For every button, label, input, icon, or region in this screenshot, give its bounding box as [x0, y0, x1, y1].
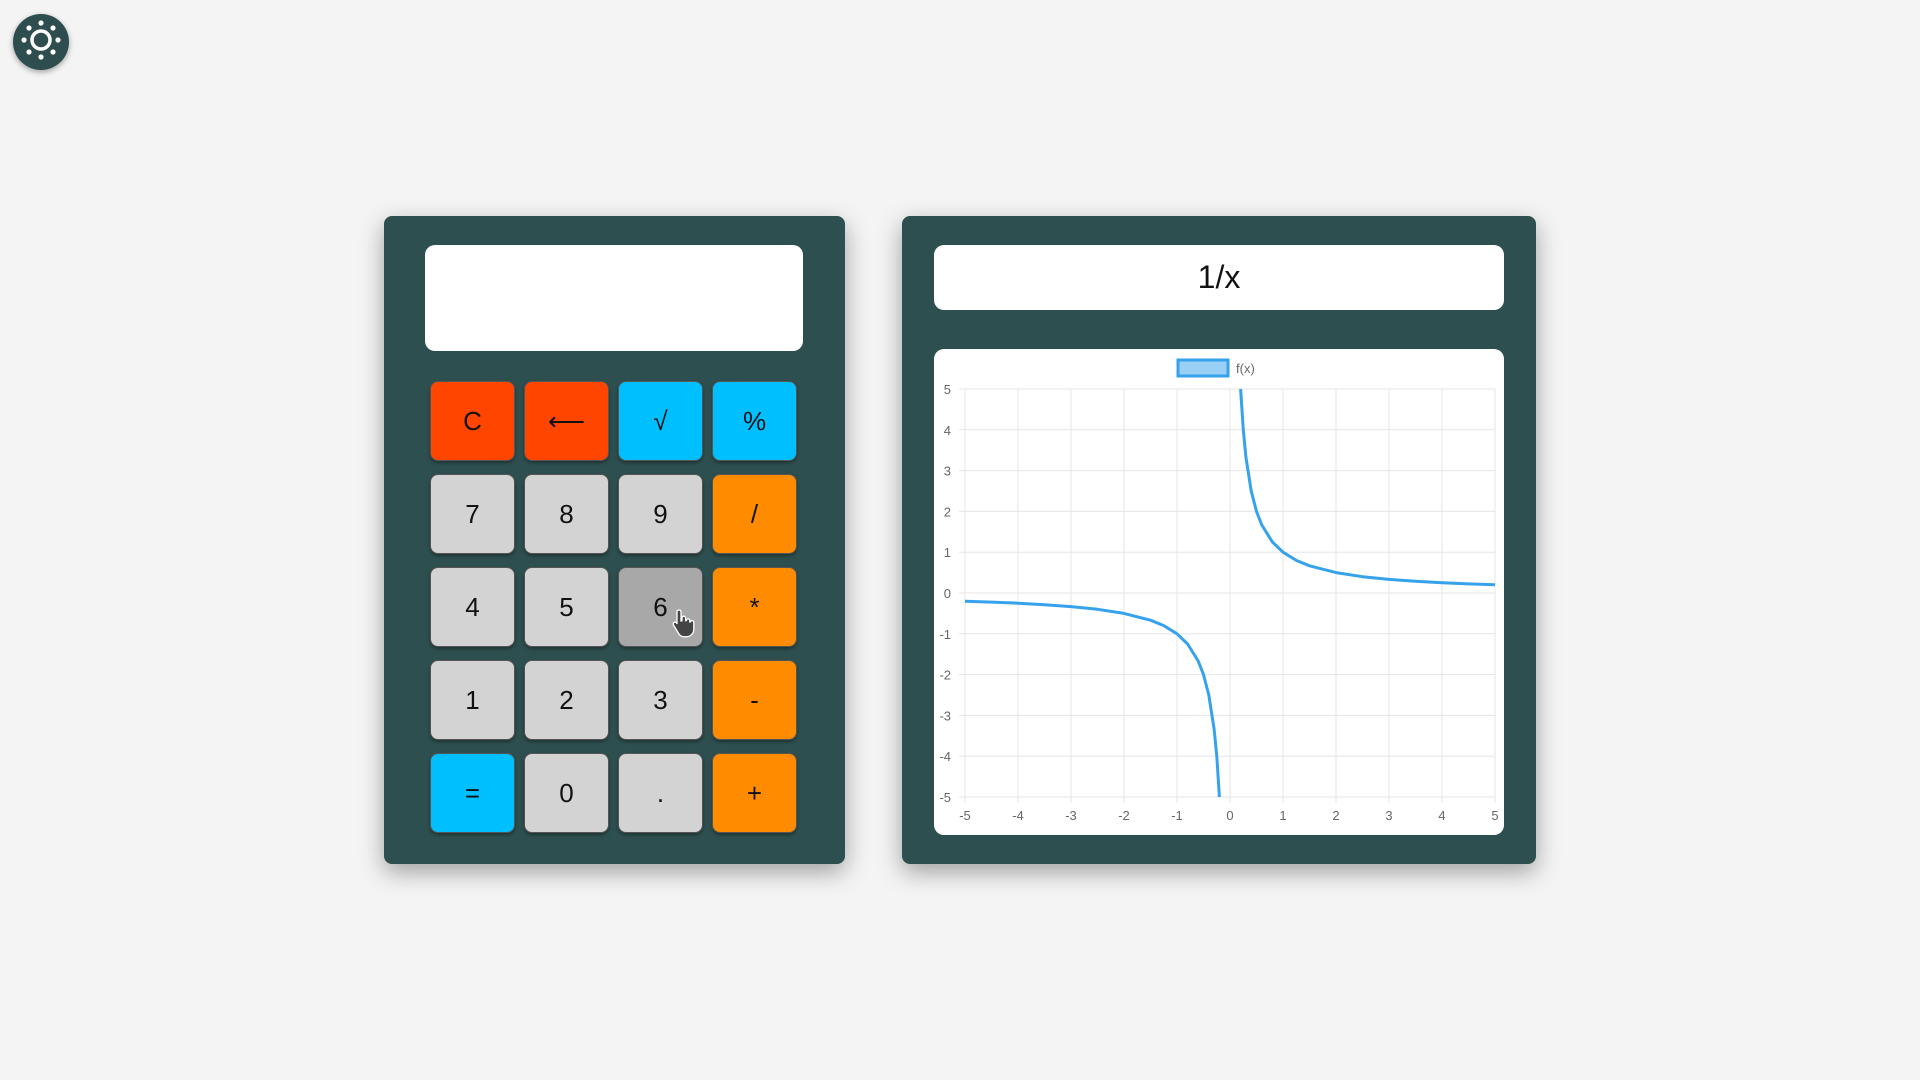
backspace-button[interactable]: ⟵ [524, 381, 609, 461]
x-tick-label: 2 [1332, 808, 1339, 823]
y-tick-label: -3 [939, 708, 951, 723]
y-tick-label: -4 [939, 749, 951, 764]
key-label: 5 [559, 591, 574, 622]
digit-9-button[interactable]: 9 [618, 474, 703, 554]
key-label: % [742, 405, 767, 436]
y-tick-label: -1 [939, 627, 951, 642]
y-tick-label: 0 [944, 586, 951, 601]
x-tick-label: -3 [1065, 808, 1077, 823]
digit-4-button[interactable]: 4 [430, 567, 515, 647]
key-label: 3 [653, 684, 668, 715]
y-tick-label: 3 [944, 464, 951, 479]
subtract-button[interactable]: - [712, 660, 797, 740]
key-label: = [464, 777, 481, 808]
calculator-keypad: C ⟵ √% 7 8 9 / 4 5 6 * 1 2 3 - = 0. + [430, 381, 797, 833]
calculator-panel: C ⟵ √% 7 8 9 / 4 5 6 * 1 2 3 - = 0. + [384, 216, 845, 864]
percent-button[interactable]: % [712, 381, 797, 461]
x-tick-label: 5 [1491, 808, 1498, 823]
x-tick-label: 0 [1226, 808, 1233, 823]
x-tick-label: -5 [959, 808, 971, 823]
key-label: √ [653, 405, 668, 436]
y-tick-label: -2 [939, 668, 951, 683]
digit-2-button[interactable]: 2 [524, 660, 609, 740]
add-button[interactable]: + [712, 753, 797, 833]
key-label: . [656, 777, 665, 808]
digit-1-button[interactable]: 1 [430, 660, 515, 740]
legend-swatch [1176, 358, 1230, 378]
y-tick-label: 1 [944, 545, 951, 560]
y-tick-label: 4 [944, 423, 951, 438]
decimal-button[interactable]: . [618, 753, 703, 833]
key-label: 2 [559, 684, 574, 715]
digit-6-button[interactable]: 6 [618, 567, 703, 647]
x-tick-label: -2 [1118, 808, 1130, 823]
key-label: ⟵ [547, 405, 586, 436]
x-tick-label: 3 [1385, 808, 1392, 823]
key-label: 9 [653, 498, 668, 529]
digit-5-button[interactable]: 5 [524, 567, 609, 647]
digit-7-button[interactable]: 7 [430, 474, 515, 554]
key-label: 7 [465, 498, 480, 529]
key-label: C [463, 405, 482, 436]
key-label: 8 [559, 498, 574, 529]
theme-toggle-button[interactable] [13, 14, 69, 70]
key-label: 0 [559, 777, 574, 808]
series-line-fx [1239, 388, 1496, 587]
equals-button[interactable]: = [430, 753, 515, 833]
x-tick-label: -4 [1012, 808, 1024, 823]
x-tick-label: 4 [1438, 808, 1445, 823]
function-input[interactable] [934, 245, 1504, 310]
sun-icon [13, 12, 69, 73]
divide-button[interactable]: / [712, 474, 797, 554]
key-label: + [746, 777, 763, 808]
digit-3-button[interactable]: 3 [618, 660, 703, 740]
y-tick-label: -5 [939, 790, 951, 805]
y-tick-label: 2 [944, 504, 951, 519]
sqrt-button[interactable]: √ [618, 381, 703, 461]
key-label: 1 [465, 684, 480, 715]
hand-pointer-icon [672, 609, 695, 638]
clear-button[interactable]: C [430, 381, 515, 461]
chart-svg: -5 -4 -3 -2 -1 0 1 2 3 4 5 5 4 3 2 1 0 -1 -2 -3 -4 -5 f(x) [939, 358, 1499, 823]
key-label: * [749, 591, 760, 622]
function-chart: -5 -4 -3 -2 -1 0 1 2 3 4 5 5 4 3 2 1 0 -1 -2 -3 -4 -5 f(x) [934, 349, 1504, 835]
digit-0-button[interactable]: 0 [524, 753, 609, 833]
key-label: - [750, 684, 759, 715]
series-line-fx [964, 599, 1221, 798]
x-tick-label: 1 [1279, 808, 1286, 823]
y-tick-label: 5 [944, 382, 951, 397]
multiply-button[interactable]: * [712, 567, 797, 647]
x-tick-label: -1 [1171, 808, 1183, 823]
digit-8-button[interactable]: 8 [524, 474, 609, 554]
grapher-panel: -5 -4 -3 -2 -1 0 1 2 3 4 5 5 4 3 2 1 0 -1 -2 -3 -4 -5 f(x) [902, 216, 1536, 864]
key-label: / [750, 498, 759, 529]
key-label: 6 [653, 591, 668, 622]
calculator-display[interactable] [425, 245, 803, 351]
key-label: 4 [465, 591, 480, 622]
legend-label: f(x) [1236, 361, 1255, 376]
